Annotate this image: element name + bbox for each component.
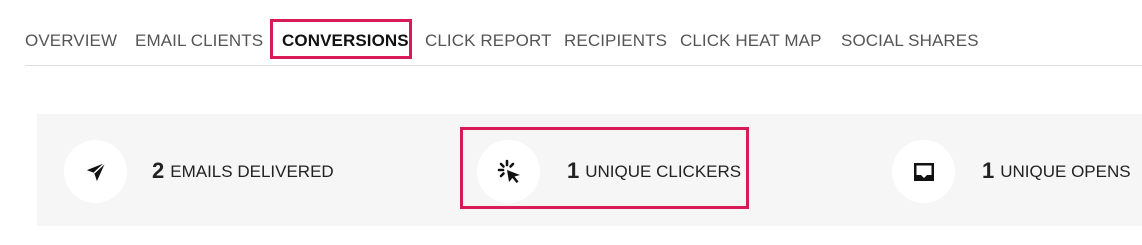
emails-delivered-count: 2 bbox=[152, 158, 165, 183]
unique-clickers-count: 1 bbox=[567, 158, 580, 183]
unique-clickers-label: UNIQUE CLICKERS bbox=[585, 162, 742, 181]
report-tabs: OVERVIEW EMAIL CLIENTS CONVERSIONS CLICK… bbox=[25, 20, 1142, 66]
tab-overview[interactable]: OVERVIEW bbox=[25, 31, 117, 51]
stats-panel: 2 EMAILS DELIVERED 1 UNIQUE CLICKERS 1 U… bbox=[37, 114, 1142, 226]
emails-delivered-label: EMAILS DELIVERED bbox=[170, 162, 334, 181]
tab-recipients[interactable]: RECIPIENTS bbox=[564, 31, 667, 51]
unique-opens-text: 1 UNIQUE OPENS bbox=[982, 158, 1131, 184]
tab-email-clients[interactable]: EMAIL CLIENTS bbox=[135, 31, 263, 51]
unique-clickers-text: 1 UNIQUE CLICKERS bbox=[567, 158, 741, 184]
paper-plane-icon bbox=[64, 140, 127, 203]
unique-opens-count: 1 bbox=[982, 158, 995, 183]
stat-unique-clickers: 1 UNIQUE CLICKERS bbox=[467, 114, 787, 226]
unique-opens-label: UNIQUE OPENS bbox=[1000, 162, 1131, 181]
inbox-icon bbox=[892, 140, 955, 203]
click-cursor-icon bbox=[477, 140, 540, 203]
tab-conversions[interactable]: CONVERSIONS bbox=[282, 31, 409, 51]
stat-emails-delivered: 2 EMAILS DELIVERED bbox=[37, 114, 437, 226]
tab-social-shares[interactable]: SOCIAL SHARES bbox=[841, 31, 979, 51]
tab-click-report[interactable]: CLICK REPORT bbox=[425, 31, 552, 51]
stat-unique-opens: 1 UNIQUE OPENS bbox=[892, 114, 1142, 226]
tab-click-heat-map[interactable]: CLICK HEAT MAP bbox=[680, 31, 822, 51]
emails-delivered-text: 2 EMAILS DELIVERED bbox=[152, 158, 334, 184]
